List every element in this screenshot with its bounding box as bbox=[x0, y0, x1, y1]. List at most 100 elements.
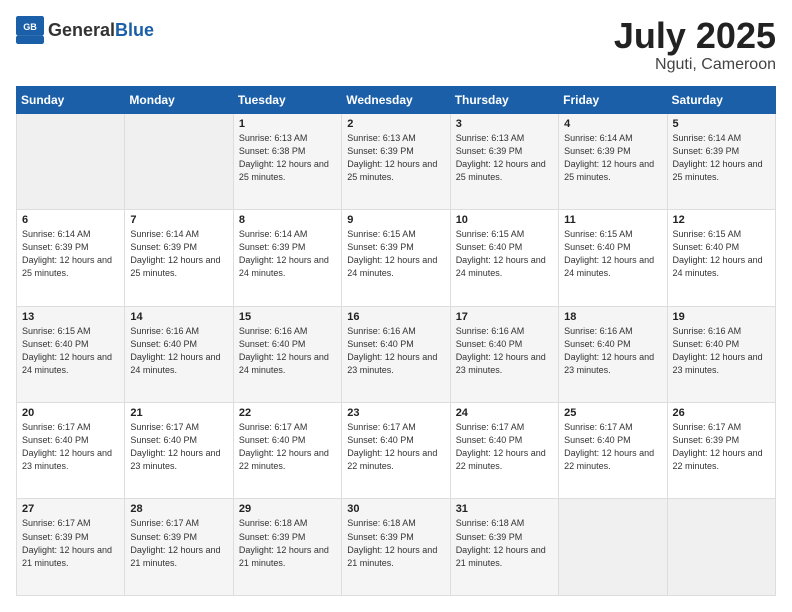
day-info: Sunrise: 6:18 AM Sunset: 6:39 PM Dayligh… bbox=[239, 517, 336, 569]
table-row: 21Sunrise: 6:17 AM Sunset: 6:40 PM Dayli… bbox=[125, 403, 233, 499]
day-info: Sunrise: 6:17 AM Sunset: 6:39 PM Dayligh… bbox=[673, 421, 770, 473]
day-info: Sunrise: 6:17 AM Sunset: 6:39 PM Dayligh… bbox=[130, 517, 227, 569]
table-row: 23 Sunrise: 6:17 AM Sunset: 6:40 PM Dayli… bbox=[342, 403, 450, 499]
table-row: 30Sunrise: 6:18 AM Sunset: 6:39 PM Dayli… bbox=[342, 499, 450, 596]
table-row: 25 Sunrise: 6:17 AM Sunset: 6:40 PM Dayli… bbox=[559, 403, 667, 499]
day-info: Sunrise: 6:17 AM Sunset: 6:40 PM Dayligh… bbox=[239, 421, 336, 473]
day-info: Sunrise: 6:16 AM Sunset: 6:40 PM Dayligh… bbox=[564, 325, 661, 377]
day-info: Sunrise: 6:17 AM Sunset: 6:40 PM Dayligh… bbox=[456, 421, 553, 473]
table-row: 17 Sunrise: 6:16 AM Sunset: 6:40 PM Dayli… bbox=[450, 306, 558, 402]
table-row: 6Sunrise: 6:14 AM Sunset: 6:39 PM Daylig… bbox=[17, 210, 125, 306]
day-info: Sunrise: 6:16 AM Sunset: 6:40 PM Dayligh… bbox=[239, 325, 336, 377]
day-number: 31 bbox=[456, 503, 553, 515]
day-number: 18 bbox=[564, 311, 661, 323]
day-info: Sunrise: 6:18 AM Sunset: 6:39 PM Dayligh… bbox=[456, 517, 553, 569]
logo-general: General bbox=[48, 21, 115, 39]
day-number: 3 bbox=[456, 118, 553, 130]
day-number: 26 bbox=[673, 407, 770, 419]
day-info: Sunrise: 6:17 AM Sunset: 6:40 PM Dayligh… bbox=[564, 421, 661, 473]
table-row: 9Sunrise: 6:15 AM Sunset: 6:39 PM Daylig… bbox=[342, 210, 450, 306]
day-info: Sunrise: 6:14 AM Sunset: 6:39 PM Dayligh… bbox=[673, 132, 770, 184]
day-number: 25 bbox=[564, 407, 661, 419]
table-row: 15 Sunrise: 6:16 AM Sunset: 6:40 PM Dayli… bbox=[233, 306, 341, 402]
day-number: 13 bbox=[22, 311, 119, 323]
table-row: 26 Sunrise: 6:17 AM Sunset: 6:39 PM Dayli… bbox=[667, 403, 775, 499]
col-wednesday: Wednesday bbox=[342, 86, 450, 113]
table-row: 16 Sunrise: 6:16 AM Sunset: 6:40 PM Dayli… bbox=[342, 306, 450, 402]
table-row: 28 Sunrise: 6:17 AM Sunset: 6:39 PM Dayli… bbox=[125, 499, 233, 596]
day-number: 15 bbox=[239, 311, 336, 323]
table-row: 1 Sunrise: 6:13 AM Sunset: 6:38 PM Daylig… bbox=[233, 113, 341, 209]
calendar-week-row: 6 Sunrise: 6:14 AM Sunset: 6:39 PM Daylig… bbox=[17, 210, 776, 306]
table-row: 13 Sunrise: 6:15 AM Sunset: 6:40 PM Dayli… bbox=[17, 306, 125, 402]
day-number: 6 bbox=[22, 214, 119, 226]
day-number: 20 bbox=[22, 407, 119, 419]
day-number: 29 bbox=[239, 503, 336, 515]
day-number: 16 bbox=[347, 311, 444, 323]
generalblue-logo-icon: GB bbox=[16, 16, 44, 44]
table-row: 10 Sunrise: 6:15 AM Sunset: 6:40 PM Dayli… bbox=[450, 210, 558, 306]
table-row bbox=[559, 499, 667, 596]
day-number: 23 bbox=[347, 407, 444, 419]
day-info: Sunrise: 6:17 AM Sunset: 6:40 PM Dayligh… bbox=[22, 421, 119, 473]
day-number: 1 bbox=[239, 118, 336, 130]
table-row: 2 Sunrise: 6:13 AM Sunset: 6:39 PM Daylig… bbox=[342, 113, 450, 209]
day-number: 2 bbox=[347, 118, 444, 130]
day-number: 19 bbox=[673, 311, 770, 323]
day-info: Sunrise: 6:15 AM Sunset: 6:40 PM Dayligh… bbox=[673, 228, 770, 280]
day-info: Sunrise: 6:15 AM Sunset: 6:40 PM Dayligh… bbox=[456, 228, 553, 280]
day-number: 10 bbox=[456, 214, 553, 226]
table-row: 27 Sunrise: 6:17 AM Sunset: 6:39 PM Dayli… bbox=[17, 499, 125, 596]
day-info: Sunrise: 6:17 AM Sunset: 6:40 PM Dayligh… bbox=[130, 421, 227, 473]
day-number: 11 bbox=[564, 214, 661, 226]
day-info: Sunrise: 6:15 AM Sunset: 6:40 PM Dayligh… bbox=[564, 228, 661, 280]
table-row bbox=[17, 113, 125, 209]
calendar-header-row: Sunday Monday Tuesday Wednesday Thursday… bbox=[17, 86, 776, 113]
day-info: Sunrise: 6:15 AM Sunset: 6:39 PM Dayligh… bbox=[347, 228, 444, 280]
calendar-week-row: 27 Sunrise: 6:17 AM Sunset: 6:39 PM Dayli… bbox=[17, 499, 776, 596]
calendar-week-row: 1 Sunrise: 6:13 AM Sunset: 6:38 PM Daylig… bbox=[17, 113, 776, 209]
day-info: Sunrise: 6:17 AM Sunset: 6:40 PM Dayligh… bbox=[347, 421, 444, 473]
page: GB General Blue July 2025 Nguti, Cameroo… bbox=[0, 0, 792, 612]
logo-text: General Blue bbox=[48, 21, 154, 39]
calendar-week-row: 20 Sunrise: 6:17 AM Sunset: 6:40 PM Dayli… bbox=[17, 403, 776, 499]
table-row: 12 Sunrise: 6:15 AM Sunset: 6:40 PM Dayli… bbox=[667, 210, 775, 306]
table-row: 8Sunrise: 6:14 AM Sunset: 6:39 PM Daylig… bbox=[233, 210, 341, 306]
col-friday: Friday bbox=[559, 86, 667, 113]
table-row: 11 Sunrise: 6:15 AM Sunset: 6:40 PM Dayli… bbox=[559, 210, 667, 306]
header: GB General Blue July 2025 Nguti, Cameroo… bbox=[16, 16, 776, 74]
day-info: Sunrise: 6:14 AM Sunset: 6:39 PM Dayligh… bbox=[130, 228, 227, 280]
logo: GB General Blue bbox=[16, 16, 154, 44]
day-number: 14 bbox=[130, 311, 227, 323]
svg-text:GB: GB bbox=[23, 22, 37, 32]
title-block: July 2025 Nguti, Cameroon bbox=[614, 16, 776, 74]
day-info: Sunrise: 6:13 AM Sunset: 6:39 PM Dayligh… bbox=[347, 132, 444, 184]
table-row: 24Sunrise: 6:17 AM Sunset: 6:40 PM Dayli… bbox=[450, 403, 558, 499]
table-row: 7 Sunrise: 6:14 AM Sunset: 6:39 PM Daylig… bbox=[125, 210, 233, 306]
calendar-title: July 2025 bbox=[614, 16, 776, 56]
day-number: 5 bbox=[673, 118, 770, 130]
day-number: 4 bbox=[564, 118, 661, 130]
table-row: 14 Sunrise: 6:16 AM Sunset: 6:40 PM Dayli… bbox=[125, 306, 233, 402]
table-row bbox=[667, 499, 775, 596]
day-number: 7 bbox=[130, 214, 227, 226]
calendar-location: Nguti, Cameroon bbox=[614, 56, 776, 74]
day-info: Sunrise: 6:16 AM Sunset: 6:40 PM Dayligh… bbox=[130, 325, 227, 377]
day-number: 28 bbox=[130, 503, 227, 515]
table-row: 31 Sunrise: 6:18 AM Sunset: 6:39 PM Dayli… bbox=[450, 499, 558, 596]
table-row: 4Sunrise: 6:14 AM Sunset: 6:39 PM Daylig… bbox=[559, 113, 667, 209]
day-info: Sunrise: 6:15 AM Sunset: 6:40 PM Dayligh… bbox=[22, 325, 119, 377]
table-row bbox=[125, 113, 233, 209]
day-number: 17 bbox=[456, 311, 553, 323]
day-info: Sunrise: 6:16 AM Sunset: 6:40 PM Dayligh… bbox=[456, 325, 553, 377]
day-info: Sunrise: 6:13 AM Sunset: 6:38 PM Dayligh… bbox=[239, 132, 336, 184]
table-row: 5 Sunrise: 6:14 AM Sunset: 6:39 PM Daylig… bbox=[667, 113, 775, 209]
day-number: 27 bbox=[22, 503, 119, 515]
col-monday: Monday bbox=[125, 86, 233, 113]
table-row: 18 Sunrise: 6:16 AM Sunset: 6:40 PM Dayli… bbox=[559, 306, 667, 402]
calendar-week-row: 13 Sunrise: 6:15 AM Sunset: 6:40 PM Dayli… bbox=[17, 306, 776, 402]
day-info: Sunrise: 6:16 AM Sunset: 6:40 PM Dayligh… bbox=[347, 325, 444, 377]
day-number: 12 bbox=[673, 214, 770, 226]
table-row: 20 Sunrise: 6:17 AM Sunset: 6:40 PM Dayli… bbox=[17, 403, 125, 499]
day-info: Sunrise: 6:17 AM Sunset: 6:39 PM Dayligh… bbox=[22, 517, 119, 569]
